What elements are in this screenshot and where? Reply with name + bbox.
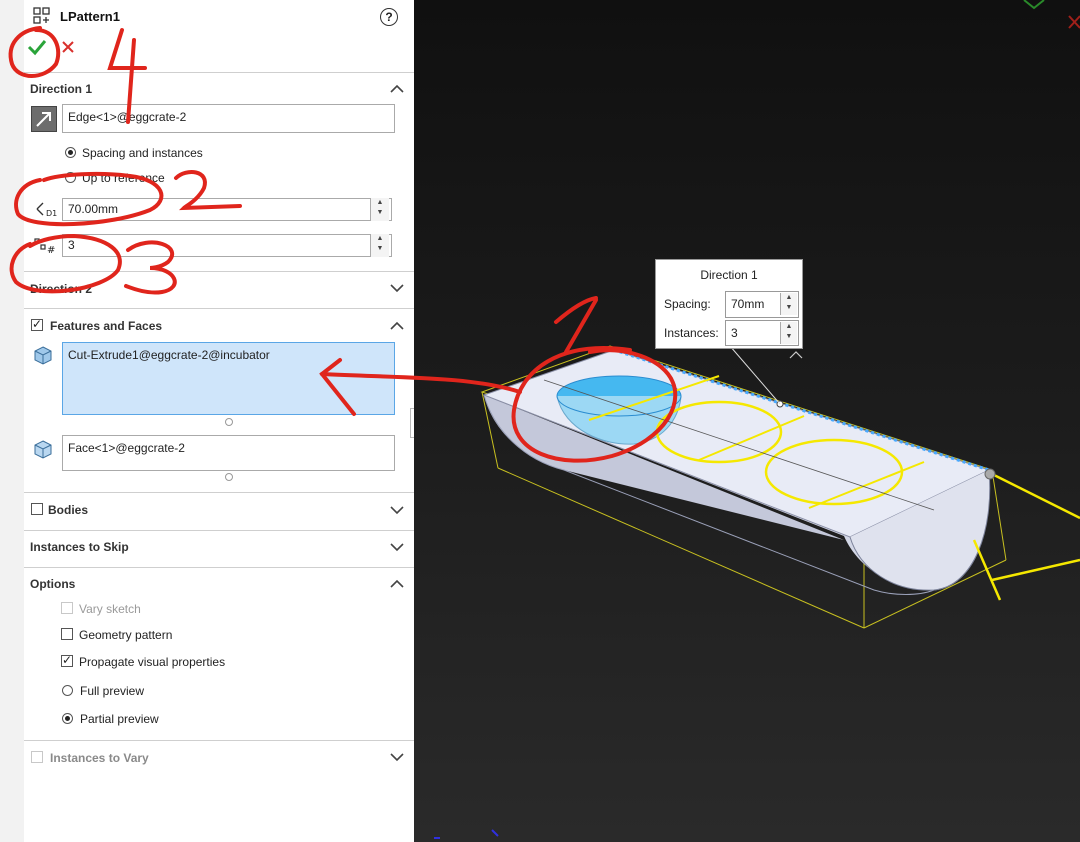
instances-skip-heading[interactable]: Instances to Skip — [30, 540, 129, 554]
instances-vary-heading: Instances to Vary — [50, 751, 149, 765]
callout-spacing-label: Spacing: — [664, 297, 711, 311]
partial-preview-label: Partial preview — [80, 712, 159, 726]
up-to-reference-radio[interactable] — [65, 172, 76, 183]
help-button[interactable]: ? — [380, 8, 398, 26]
direction1-heading: Direction 1 — [30, 82, 93, 96]
up-to-reference-label: Up to reference — [82, 171, 165, 185]
svg-text:#: # — [47, 245, 55, 255]
divider — [24, 72, 414, 73]
face-cube-icon — [34, 440, 52, 459]
callout-title: Direction 1 — [700, 268, 758, 282]
direction1-edge-field[interactable]: Edge<1>@eggcrate-2 — [62, 104, 395, 133]
chevron-up-icon[interactable] — [390, 579, 404, 589]
chevron-down-icon[interactable] — [390, 283, 404, 293]
features-faces-heading: Features and Faces — [50, 319, 163, 333]
property-manager: LPattern1 ? Direction 1 Edge<1>@eggcrate… — [0, 0, 420, 842]
resize-handle[interactable] — [225, 473, 233, 481]
chevron-up-icon[interactable] — [390, 321, 404, 331]
divider — [24, 740, 414, 741]
geometry-pattern-label: Geometry pattern — [79, 628, 173, 642]
direction-arrow-icon[interactable] — [31, 106, 57, 132]
instances-stepper[interactable]: ▲ ▼ — [370, 234, 389, 257]
chevron-down-icon[interactable] — [390, 752, 404, 762]
chevron-up-icon[interactable] — [390, 84, 404, 94]
divider — [24, 567, 414, 568]
ok-checkmark-icon[interactable] — [27, 38, 47, 56]
property-manager-content: LPattern1 ? Direction 1 Edge<1>@eggcrate… — [24, 0, 414, 842]
svg-text:D1: D1 — [46, 209, 57, 218]
vary-sketch-label: Vary sketch — [79, 602, 141, 616]
instances-input[interactable]: 3 — [62, 234, 392, 257]
faces-list[interactable]: Face<1>@eggcrate-2 — [62, 435, 395, 471]
spacing-input[interactable]: 70.00mm — [62, 198, 392, 221]
partial-preview-radio[interactable] — [62, 713, 73, 724]
instances-icon: # — [34, 238, 55, 255]
model-preview — [434, 0, 1080, 839]
options-heading: Options — [30, 577, 76, 591]
features-list[interactable]: Cut-Extrude1@eggcrate-2@incubator — [62, 342, 395, 415]
spacing-stepper[interactable]: ▲ ▼ — [370, 198, 389, 221]
bodies-heading: Bodies — [48, 503, 89, 517]
divider — [24, 271, 414, 272]
graphics-viewport[interactable]: Direction 1 Spacing: 70mm ▲ ▼ Instances: … — [414, 0, 1080, 842]
divider — [24, 492, 414, 493]
direction-callout[interactable]: Direction 1 Spacing: 70mm ▲ ▼ Instances: … — [655, 259, 803, 349]
full-preview-radio[interactable] — [62, 685, 73, 696]
vary-sketch-checkbox — [61, 602, 73, 614]
divider — [24, 530, 414, 531]
spacing-instances-label: Spacing and instances — [82, 146, 203, 160]
chevron-down-icon[interactable] — [390, 505, 404, 515]
linear-pattern-icon — [33, 7, 50, 24]
full-preview-label: Full preview — [80, 684, 145, 698]
features-faces-checkbox[interactable] — [31, 317, 43, 331]
chevron-down-icon[interactable] — [390, 542, 404, 552]
cancel-x-icon[interactable] — [62, 41, 74, 53]
propagate-visual-checkbox[interactable] — [61, 653, 73, 667]
feature-cube-icon — [34, 346, 52, 365]
direction2-heading[interactable]: Direction 2 — [30, 282, 92, 296]
spacing-icon: D1 — [36, 202, 57, 218]
callout-instances-label: Instances: — [664, 326, 719, 340]
bodies-checkbox[interactable] — [31, 503, 43, 515]
callout-instances-stepper[interactable]: ▲ ▼ — [780, 322, 797, 344]
divider — [24, 308, 414, 309]
propagate-visual-label: Propagate visual properties — [79, 655, 226, 669]
feature-title: LPattern1 — [60, 9, 120, 24]
geometry-pattern-checkbox[interactable] — [61, 628, 73, 640]
instances-vary-checkbox — [31, 751, 43, 763]
spacing-instances-radio[interactable] — [65, 147, 76, 158]
resize-handle[interactable] — [225, 418, 233, 426]
callout-spacing-stepper[interactable]: ▲ ▼ — [780, 293, 797, 315]
